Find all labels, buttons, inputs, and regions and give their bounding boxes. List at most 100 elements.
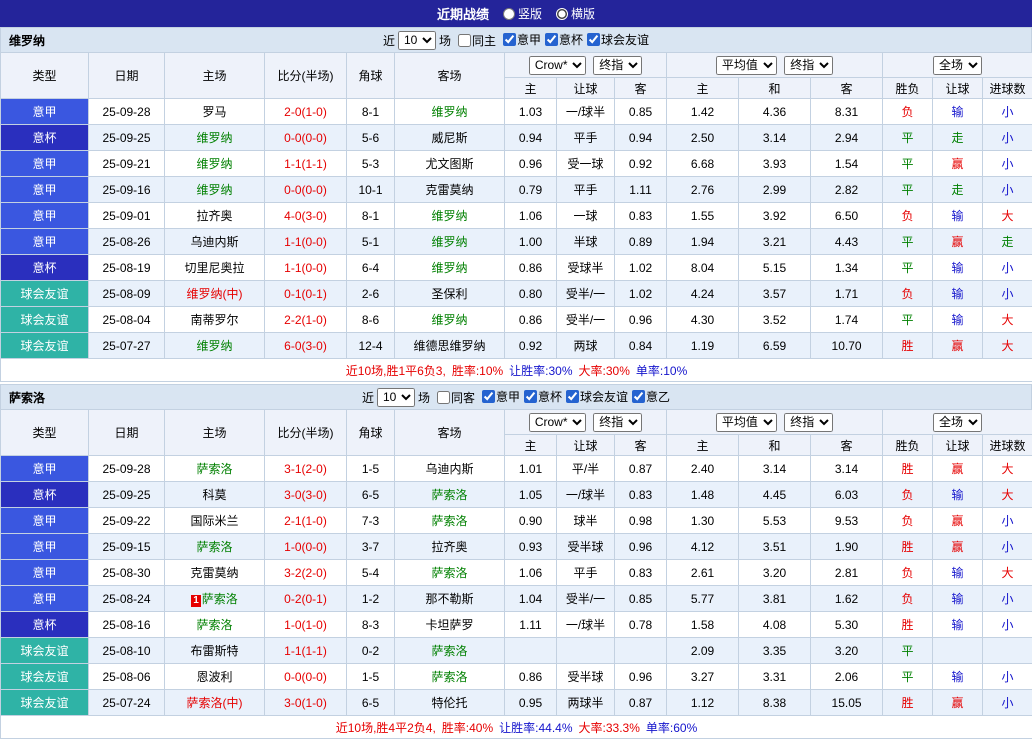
corner-score: 6-4 — [347, 255, 395, 281]
league-type-cell: 意甲 — [1, 203, 89, 229]
avg-away-odds: 6.03 — [811, 482, 883, 508]
view-option-horizontal[interactable]: 横版 — [556, 5, 595, 22]
league-checkbox[interactable] — [524, 390, 537, 403]
match-date: 25-09-01 — [89, 203, 165, 229]
away-team: 维罗纳 — [395, 229, 505, 255]
league-filter[interactable]: 意甲 — [482, 388, 520, 405]
same-venue-checkbox[interactable] — [458, 34, 471, 47]
corner-score: 1-5 — [347, 456, 395, 482]
match-date: 25-08-06 — [89, 664, 165, 690]
league-filter[interactable]: 球会友谊 — [566, 388, 628, 405]
result-wdl: 平 — [883, 307, 933, 333]
col-corner: 角球 — [347, 410, 395, 456]
match-date: 25-09-16 — [89, 177, 165, 203]
match-row: 球会友谊25-07-27维罗纳6-0(3-0)12-4维德思维罗纳0.92两球0… — [1, 333, 1032, 359]
same-venue-filter[interactable]: 同主 — [458, 32, 496, 49]
col-ah-away: 客 — [615, 78, 667, 99]
corner-score: 6-5 — [347, 690, 395, 716]
recent-label: 近 — [362, 389, 374, 406]
odds-company-select[interactable]: Crow* — [529, 413, 586, 432]
match-date: 25-08-26 — [89, 229, 165, 255]
col-score: 比分(半场) — [265, 53, 347, 99]
league-filter[interactable]: 意甲 — [503, 31, 541, 48]
avg-home-odds: 2.09 — [667, 638, 739, 664]
avg-stage-select[interactable]: 终指 — [784, 413, 833, 432]
score: 0-0(0-0) — [265, 177, 347, 203]
result-handicap — [933, 638, 983, 664]
horizontal-view-radio[interactable] — [556, 8, 568, 20]
handicap-home-odds: 0.86 — [505, 255, 557, 281]
filter-bar: 近 10 场 同主 意甲意杯球会友谊 — [383, 31, 649, 50]
league-filter[interactable]: 意杯 — [524, 388, 562, 405]
col-type: 类型 — [1, 53, 89, 99]
recent-count-select[interactable]: 10 — [377, 388, 415, 407]
avg-home-odds: 4.12 — [667, 534, 739, 560]
league-filter[interactable]: 球会友谊 — [587, 31, 649, 48]
league-filters: 意甲意杯球会友谊 — [499, 31, 649, 49]
scope-select[interactable]: 全场 — [933, 56, 982, 75]
league-checkbox[interactable] — [545, 33, 558, 46]
view-option-vertical[interactable]: 竖版 — [503, 5, 542, 22]
col-date: 日期 — [89, 410, 165, 456]
corner-score: 8-6 — [347, 307, 395, 333]
handicap-home-odds: 0.86 — [505, 664, 557, 690]
result-wdl: 胜 — [883, 612, 933, 638]
away-team: 威尼斯 — [395, 125, 505, 151]
league-checkbox[interactable] — [503, 33, 516, 46]
result-goals: 小 — [983, 586, 1032, 612]
col-eu-away: 客 — [811, 78, 883, 99]
recent-count-select[interactable]: 10 — [398, 31, 436, 50]
avg-home-odds: 2.40 — [667, 456, 739, 482]
result-handicap: 走 — [933, 125, 983, 151]
league-type-cell: 意杯 — [1, 482, 89, 508]
league-checkbox[interactable] — [632, 390, 645, 403]
match-date: 25-09-25 — [89, 125, 165, 151]
match-date: 25-09-25 — [89, 482, 165, 508]
handicap-line: 受半球 — [557, 534, 615, 560]
avg-select[interactable]: 平均值 — [716, 413, 777, 432]
league-type-cell: 意甲 — [1, 534, 89, 560]
league-checkbox[interactable] — [482, 390, 495, 403]
match-row: 意甲25-09-28萨索洛3-1(2-0)1-5乌迪内斯1.01平/半0.872… — [1, 456, 1032, 482]
scope-select[interactable]: 全场 — [933, 413, 982, 432]
league-filters: 意甲意杯球会友谊意乙 — [478, 388, 670, 406]
result-wdl: 负 — [883, 203, 933, 229]
odds-stage-select[interactable]: 终指 — [593, 413, 642, 432]
league-checkbox[interactable] — [587, 33, 600, 46]
league-checkbox[interactable] — [566, 390, 579, 403]
page-title: 近期战绩 — [437, 4, 489, 23]
avg-draw-odds: 3.92 — [739, 203, 811, 229]
avg-draw-odds: 3.57 — [739, 281, 811, 307]
handicap-line: 受半/一 — [557, 281, 615, 307]
away-team: 维罗纳 — [395, 255, 505, 281]
score: 1-1(0-0) — [265, 255, 347, 281]
avg-select[interactable]: 平均值 — [716, 56, 777, 75]
match-date: 25-09-28 — [89, 99, 165, 125]
match-row: 球会友谊25-07-24萨索洛(中)3-0(1-0)6-5特伦托0.95两球半0… — [1, 690, 1032, 716]
games-label: 场 — [418, 389, 430, 406]
odds-company-select[interactable]: Crow* — [529, 56, 586, 75]
match-row: 意杯25-08-16萨索洛1-0(1-0)8-3卡坦萨罗1.11一/球半0.78… — [1, 612, 1032, 638]
avg-home-odds: 2.50 — [667, 125, 739, 151]
odds-stage-select[interactable]: 终指 — [593, 56, 642, 75]
avg-stage-select[interactable]: 终指 — [784, 56, 833, 75]
same-venue-filter[interactable]: 同客 — [437, 389, 475, 406]
vertical-view-radio[interactable] — [503, 8, 515, 20]
league-filter[interactable]: 意杯 — [545, 31, 583, 48]
handicap-away-odds: 0.85 — [615, 586, 667, 612]
result-wdl: 负 — [883, 482, 933, 508]
league-filter[interactable]: 意乙 — [632, 388, 670, 405]
avg-home-odds: 1.30 — [667, 508, 739, 534]
team-name: 萨索洛 — [9, 389, 45, 406]
same-venue-label: 同主 — [472, 32, 496, 49]
same-venue-checkbox[interactable] — [437, 391, 450, 404]
result-goals: 小 — [983, 508, 1032, 534]
away-team: 萨索洛 — [395, 638, 505, 664]
avg-odds-group: 平均值 终指 — [667, 53, 883, 78]
home-team: 恩波利 — [165, 664, 265, 690]
away-team: 萨索洛 — [395, 508, 505, 534]
handicap-home-odds: 0.92 — [505, 333, 557, 359]
result-wdl: 平 — [883, 229, 933, 255]
home-team: 克雷莫纳 — [165, 560, 265, 586]
avg-home-odds: 8.04 — [667, 255, 739, 281]
